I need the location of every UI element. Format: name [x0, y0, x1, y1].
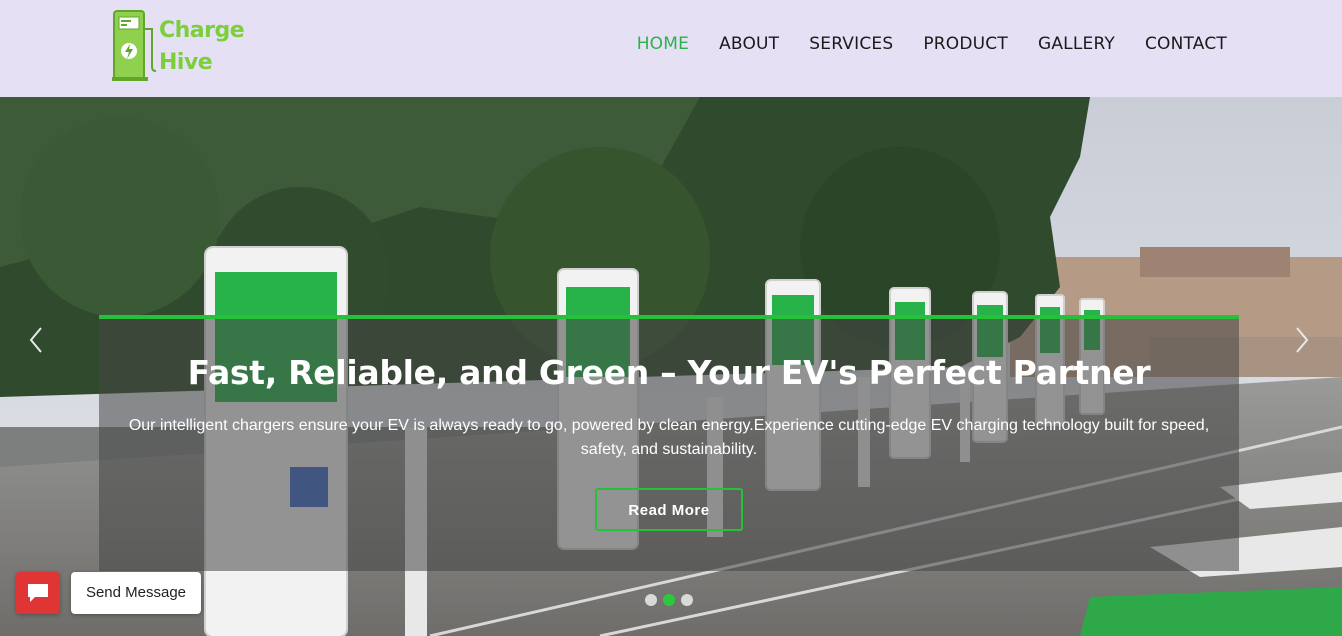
nav-services[interactable]: SERVICES: [809, 34, 893, 54]
read-more-button[interactable]: Read More: [595, 488, 743, 531]
slider-dot-1[interactable]: [645, 594, 657, 606]
hero-description: Our intelligent chargers ensure your EV …: [128, 417, 1210, 458]
hero-slider: Fast, Reliable, and Green – Your EV's Pe…: [0, 97, 1342, 636]
nav-about[interactable]: ABOUT: [719, 34, 779, 54]
chevron-left-icon: [29, 327, 42, 353]
hero-title: Fast, Reliable, and Green – Your EV's Pe…: [187, 353, 1151, 392]
brand-name-line2: Hive: [159, 50, 213, 75]
slider-dot-2[interactable]: [663, 594, 675, 606]
site-header: Charge Hive HOME ABOUT SERVICES PRODUCT …: [0, 0, 1342, 97]
hero-caption: Fast, Reliable, and Green – Your EV's Pe…: [99, 315, 1239, 571]
nav-home[interactable]: HOME: [637, 34, 689, 54]
brand-logo[interactable]: Charge Hive: [112, 9, 245, 83]
main-nav: HOME ABOUT SERVICES PRODUCT GALLERY CONT…: [637, 34, 1227, 54]
nav-gallery[interactable]: GALLERY: [1038, 34, 1115, 54]
brand-name-line1: Charge: [159, 18, 245, 43]
send-message-icon-button[interactable]: [16, 572, 60, 614]
chevron-right-icon: [1296, 327, 1309, 353]
slider-dot-3[interactable]: [681, 594, 693, 606]
nav-contact[interactable]: CONTACT: [1145, 34, 1227, 54]
send-message-button[interactable]: Send Message: [71, 572, 201, 614]
slider-indicators: [645, 594, 693, 606]
brand-name: Charge Hive: [159, 15, 245, 79]
slider-next-button[interactable]: [1290, 322, 1314, 358]
message-icon: [28, 584, 48, 602]
slider-prev-button[interactable]: [24, 322, 48, 358]
ev-charger-icon: [112, 10, 157, 81]
nav-product[interactable]: PRODUCT: [923, 34, 1008, 54]
